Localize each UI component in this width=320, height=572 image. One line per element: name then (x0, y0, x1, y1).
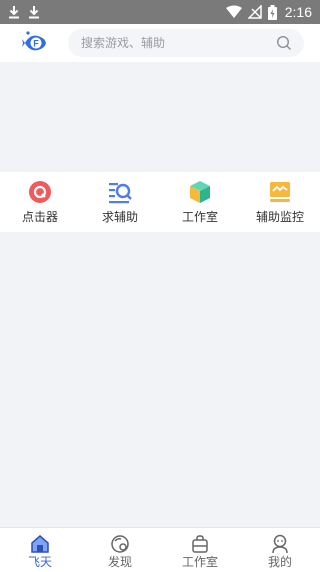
profile-icon (272, 534, 288, 554)
no-signal-icon (247, 5, 262, 19)
status-bar: 2:16 (0, 0, 320, 24)
tool-label: 点击器 (21, 210, 58, 224)
nav-item-feitian[interactable]: 飞天 (0, 534, 80, 572)
status-right: 2:16 (225, 3, 312, 21)
tool-label: 求辅助 (101, 210, 138, 224)
fish-logo-icon[interactable]: F (22, 30, 48, 56)
discover-icon (111, 535, 129, 553)
tool-clicker[interactable]: 点击器 (0, 179, 80, 229)
clicker-icon (29, 181, 51, 203)
nav-label: 飞天 (27, 555, 52, 569)
tools-row: 点击器 求辅助 工作室 辅助监控 (0, 172, 320, 232)
search-icon[interactable] (276, 35, 292, 51)
download-icon (9, 6, 19, 19)
download-icon (29, 6, 39, 19)
monitor-icon (270, 182, 290, 202)
cube-icon (190, 181, 210, 203)
header: F 搜索游戏、辅助 (0, 24, 320, 62)
bottom-nav: 飞天 发现 工作室 我的 (0, 527, 320, 572)
svg-text:F: F (33, 39, 39, 49)
nav-label: 我的 (267, 555, 292, 569)
tool-label: 工作室 (181, 210, 218, 224)
bag-icon (192, 535, 208, 553)
nav-item-mine[interactable]: 我的 (240, 534, 320, 572)
tool-assist-monitor[interactable]: 辅助监控 (240, 179, 320, 229)
nav-item-discover[interactable]: 发现 (80, 534, 160, 572)
wifi-icon (225, 5, 242, 18)
status-time: 2:16 (284, 4, 312, 20)
search-placeholder: 搜索游戏、辅助 (81, 36, 166, 50)
nav-item-studio[interactable]: 工作室 (160, 534, 240, 572)
nav-label: 发现 (107, 555, 132, 569)
nav-label: 工作室 (181, 555, 218, 569)
home-icon (31, 535, 49, 553)
battery-charging-icon (267, 4, 277, 20)
search-input[interactable]: 搜索游戏、辅助 (68, 29, 304, 57)
tool-label: 辅助监控 (255, 210, 304, 224)
search-list-icon (109, 183, 132, 204)
tool-studio[interactable]: 工作室 (160, 179, 240, 229)
status-left (8, 3, 40, 21)
tool-request-assist[interactable]: 求辅助 (80, 179, 160, 229)
